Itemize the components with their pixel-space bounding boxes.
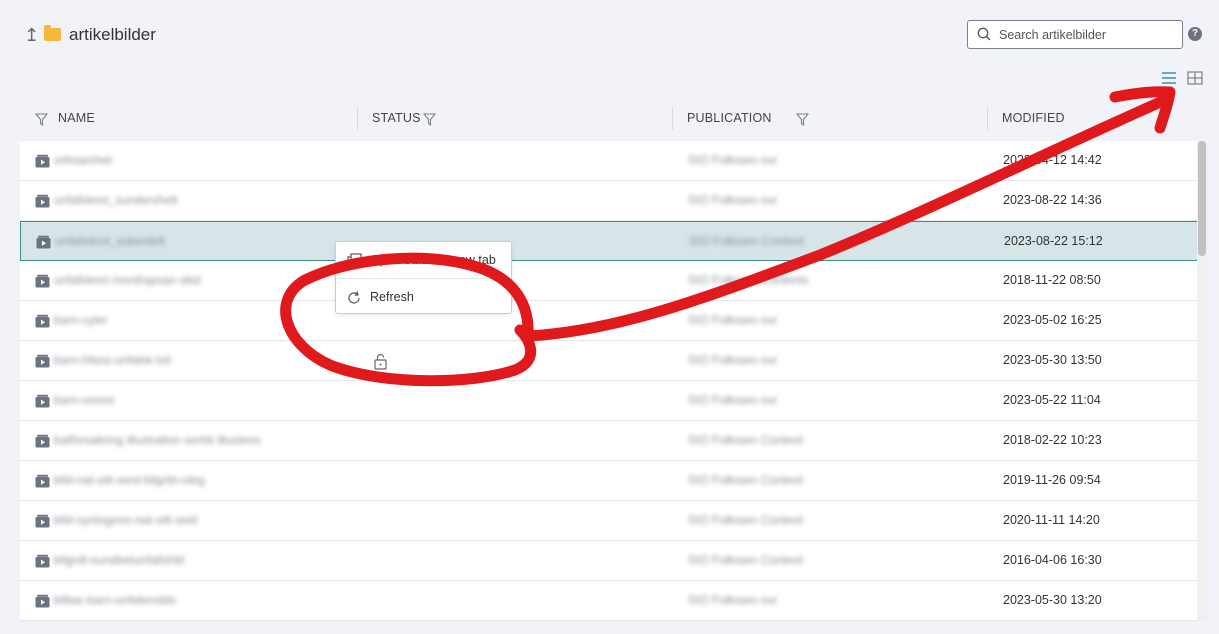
table-row[interactable]: bild-nat-sitt-serd-bilgrbt-rdeg SIO Folks… [20, 461, 1198, 501]
filter-icon[interactable] [423, 113, 436, 126]
column-header-status[interactable]: STATUS [372, 111, 421, 129]
video-file-icon [35, 354, 50, 368]
table-row[interactable]: bilbar-barn-unfalenslds SIO Folksam ovr 20… [20, 581, 1198, 621]
filter-icon[interactable] [796, 113, 809, 126]
search-icon [977, 27, 991, 41]
row-name: unfallskrot_sukerdelt [55, 234, 166, 248]
column-header-modified[interactable]: MODIFIED [1002, 111, 1065, 129]
row-publication: SIO Folksam Contents [688, 273, 809, 287]
row-name: unfallskrot_sundervhelt [54, 193, 178, 207]
folder-icon [44, 25, 61, 41]
video-file-icon [35, 594, 50, 608]
table-row[interactable]: batforsakring illustration serhb illuste… [20, 421, 1198, 461]
top-bar: ↥ artikelbilder ? [0, 0, 1219, 85]
row-modified: 2019-11-26 09:54 [1003, 473, 1101, 487]
row-publication: SIO Folksam Content [688, 513, 803, 527]
row-name: virksamhet [54, 153, 113, 167]
row-publication: SIO Folksam ovr [688, 593, 778, 607]
table-row[interactable]: barn-hfass-unfalsk lsit SIO Folksam ovr 20… [20, 341, 1198, 381]
arrow-up-icon[interactable]: ↥ [24, 25, 39, 46]
row-publication: SIO Folksam Content [688, 553, 803, 567]
column-divider[interactable] [357, 108, 358, 130]
video-file-icon [35, 554, 50, 568]
scrollbar-thumb[interactable] [1198, 141, 1206, 256]
row-publication: SIO Folksam ovr [688, 153, 778, 167]
column-header-publication[interactable]: PUBLICATION [687, 111, 772, 129]
table-row[interactable]: barn-cyler SIO Folksam ovr 2023-05-02 16:2… [20, 301, 1198, 341]
row-publication: SIO Folksam ovr [688, 313, 778, 327]
menu-item-label: Open editor in new tab [370, 253, 496, 267]
folder-title: artikelbilder [69, 25, 156, 44]
row-modified: 2018-11-22 08:50 [1003, 273, 1101, 287]
row-modified: 2016-04-06 16:30 [1003, 553, 1102, 567]
row-name: unfallskrot mordrapsan skid [54, 273, 201, 287]
menu-item-refresh[interactable]: Refresh [336, 278, 511, 314]
scrollbar[interactable] [1197, 141, 1207, 621]
row-modified: 2023-08-22 15:12 [1004, 234, 1103, 248]
row-modified: 2023-05-30 13:20 [1003, 593, 1102, 607]
row-name: batforsakring illustration serhb illuste… [54, 433, 261, 447]
row-name: bilbar-barn-unfalenslds [54, 593, 177, 607]
context-menu: Open editor in new tab Refresh [335, 241, 512, 314]
video-file-icon [35, 514, 50, 528]
video-file-icon [35, 434, 50, 448]
search-input[interactable] [999, 21, 1179, 48]
lock-open-icon[interactable] [373, 353, 388, 370]
menu-item-label: Refresh [370, 290, 414, 304]
table-row[interactable]: virksamhet SIO Folksam ovr 2022-04-12 14:4… [20, 141, 1198, 181]
row-publication: SIO Folksam ovr [688, 353, 778, 367]
new-tab-icon [347, 253, 362, 268]
table-row[interactable]: unfallskrot mordrapsan skid SIO Folksam C… [20, 261, 1198, 301]
grid-view-icon[interactable] [1187, 71, 1203, 85]
row-publication: SIO Folksam ovr [688, 393, 778, 407]
row-modified: 2018-02-22 10:23 [1003, 433, 1102, 447]
table-row[interactable]: unfallskrot_sundervhelt SIO Folksam ovr 20… [20, 181, 1198, 221]
column-divider[interactable] [987, 108, 988, 130]
row-modified: 2023-08-22 14:36 [1003, 193, 1102, 207]
row-modified: 2023-05-30 13:50 [1003, 353, 1102, 367]
table-row[interactable]: bilgrdt-sundbetunfallshld SIO Folksam Con… [20, 541, 1198, 581]
help-icon[interactable]: ? [1188, 27, 1202, 41]
column-header-name[interactable]: NAME [58, 111, 95, 129]
video-file-icon [36, 235, 51, 249]
video-file-icon [35, 274, 50, 288]
row-name: bild-nat-sitt-serd-bilgrbt-rdeg [54, 473, 205, 487]
list-view-icon[interactable] [1161, 71, 1177, 85]
row-publication: SIO Folksam Content [688, 473, 803, 487]
row-modified: 2022-04-12 14:42 [1003, 153, 1102, 167]
row-publication: SIO Folksam Content [688, 433, 803, 447]
row-name: barn-vonmi [54, 393, 115, 407]
row-modified: 2023-05-02 16:25 [1003, 313, 1102, 327]
row-modified: 2023-05-22 11:04 [1003, 393, 1101, 407]
table-row[interactable]: bild-synlogeon-nat-sitt-seld SIO Folksam … [20, 501, 1198, 541]
menu-item-open-editor[interactable]: Open editor in new tab [336, 242, 511, 278]
row-name: barn-cyler [54, 313, 108, 327]
search-box[interactable] [967, 20, 1183, 49]
row-name: barn-hfass-unfalsk lsit [54, 353, 171, 367]
video-file-icon [35, 474, 50, 488]
row-name: bild-synlogeon-nat-sitt-seld [54, 513, 198, 527]
column-divider[interactable] [672, 108, 673, 130]
row-publication: SIO Folksam Content [689, 234, 804, 248]
row-publication: SIO Folksam ovr [688, 193, 778, 207]
row-modified: 2020-11-11 14:20 [1003, 513, 1100, 527]
filter-icon[interactable] [35, 113, 48, 126]
file-table: virksamhet SIO Folksam ovr 2022-04-12 14:4… [20, 141, 1198, 621]
refresh-icon [348, 291, 360, 304]
video-file-icon [35, 154, 50, 168]
video-file-icon [35, 314, 50, 328]
table-row[interactable]: unfallskrot_sukerdelt SIO Folksam Content… [20, 221, 1198, 261]
video-file-icon [35, 394, 50, 408]
row-name: bilgrdt-sundbetunfallshld [54, 553, 185, 567]
video-file-icon [35, 194, 50, 208]
table-row[interactable]: barn-vonmi SIO Folksam ovr 2023-05-22 11:0… [20, 381, 1198, 421]
